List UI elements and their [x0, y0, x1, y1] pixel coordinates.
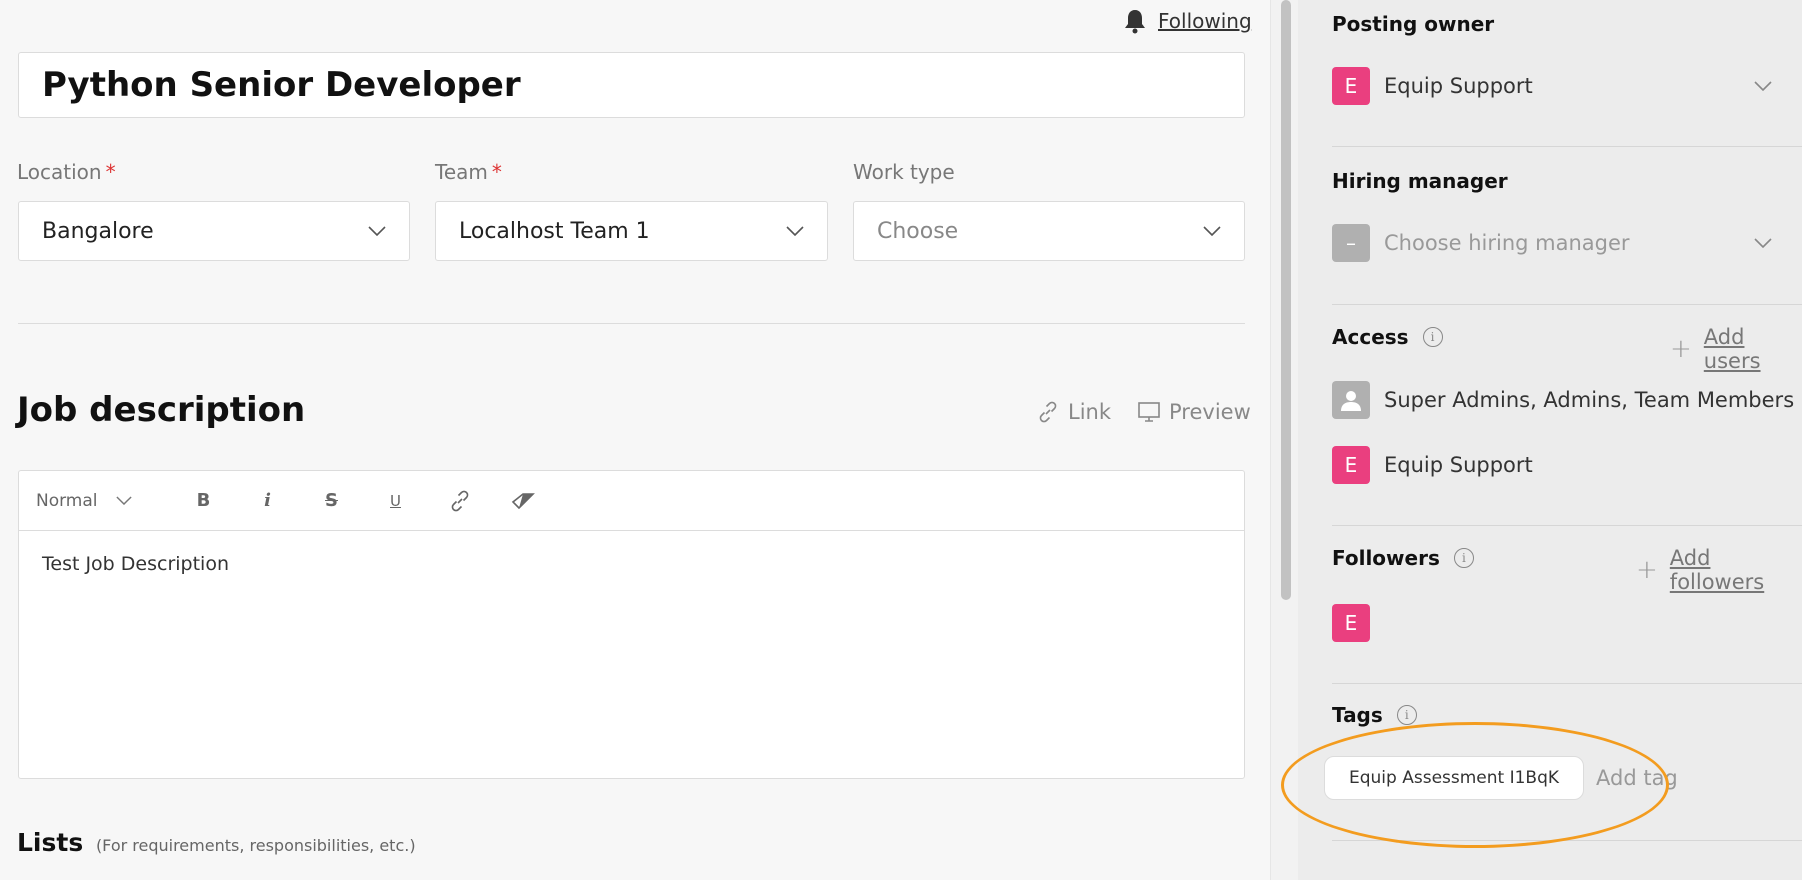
- avatar: E: [1332, 604, 1370, 642]
- location-label-text: Location: [17, 160, 102, 184]
- divider: [1332, 146, 1802, 147]
- chevron-down-icon: [786, 226, 804, 236]
- bell-icon: [1125, 10, 1145, 34]
- divider: [1332, 683, 1802, 684]
- location-label: Location *: [17, 160, 116, 184]
- highlight-annotation: [1281, 722, 1669, 848]
- divider: [1332, 304, 1802, 305]
- posting-owner-select[interactable]: E Equip Support: [1332, 67, 1772, 105]
- clear-format-button[interactable]: [492, 492, 556, 510]
- location-select[interactable]: Bangalore: [18, 201, 410, 261]
- job-description-heading: Job description: [17, 390, 306, 430]
- underline-button[interactable]: U: [364, 492, 428, 510]
- avatar: –: [1332, 224, 1370, 262]
- work-type-value: Choose: [877, 218, 959, 244]
- preview-label: Preview: [1169, 400, 1251, 424]
- hiring-manager-select[interactable]: – Choose hiring manager: [1332, 224, 1772, 262]
- lists-title: Lists: [17, 828, 84, 857]
- format-select-value: Normal: [36, 490, 98, 511]
- access-item: E Equip Support: [1332, 446, 1533, 484]
- add-followers-button[interactable]: + Add followers: [1636, 546, 1802, 594]
- italic-button[interactable]: i: [236, 490, 300, 511]
- link-button[interactable]: Link: [1036, 400, 1111, 424]
- following-link[interactable]: Following: [1158, 9, 1252, 33]
- hiring-manager-placeholder: Choose hiring manager: [1384, 231, 1630, 255]
- editor-content[interactable]: Test Job Description: [19, 531, 1244, 597]
- access-header: Access i: [1332, 325, 1443, 349]
- location-value: Bangalore: [42, 218, 154, 244]
- info-icon[interactable]: i: [1453, 548, 1474, 568]
- monitor-icon: [1138, 402, 1160, 422]
- info-icon[interactable]: i: [1422, 327, 1443, 347]
- link-icon: [451, 490, 468, 511]
- add-users-label: Add users: [1703, 325, 1761, 373]
- strikethrough-button[interactable]: S: [300, 490, 364, 511]
- follow-toggle[interactable]: Following: [1124, 8, 1252, 34]
- lists-subtitle: (For requirements, responsibilities, etc…: [95, 836, 416, 855]
- team-select[interactable]: Localhost Team 1: [435, 201, 828, 261]
- followers-header: Followers i: [1332, 546, 1474, 570]
- access-item: Super Admins, Admins, Team Members: [1332, 381, 1794, 419]
- posting-title-input[interactable]: Python Senior Developer: [18, 52, 1245, 118]
- chevron-down-icon: [368, 226, 386, 236]
- main-content: Following Python Senior Developer Locati…: [0, 0, 1270, 880]
- preview-button[interactable]: Preview: [1137, 400, 1251, 424]
- posting-owner-label: Posting owner: [1332, 12, 1495, 36]
- link-label: Link: [1068, 400, 1112, 424]
- add-users-button[interactable]: + Add users: [1670, 325, 1802, 373]
- team-label: Team *: [435, 160, 502, 184]
- format-select[interactable]: Normal: [36, 491, 132, 511]
- plus-icon: +: [1636, 555, 1658, 585]
- chevron-down-icon: [1203, 226, 1221, 236]
- divider: [1332, 525, 1802, 526]
- hiring-manager-label: Hiring manager: [1332, 169, 1508, 193]
- scrollbar-thumb[interactable]: [1281, 0, 1291, 600]
- lists-heading: Lists (For requirements, responsibilitie…: [17, 828, 416, 857]
- avatar: E: [1332, 446, 1370, 484]
- work-type-select[interactable]: Choose: [853, 201, 1245, 261]
- access-item-text: Super Admins, Admins, Team Members: [1384, 388, 1795, 412]
- job-description-editor: Normal B i S U Test Job Description: [18, 470, 1245, 779]
- link-icon: [1039, 401, 1057, 423]
- follower-avatar[interactable]: E: [1332, 604, 1370, 642]
- tags-header: Tags i: [1332, 703, 1417, 727]
- add-followers-label: Add followers: [1669, 546, 1765, 594]
- job-description-actions: Link Preview: [1036, 400, 1251, 424]
- team-value: Localhost Team 1: [459, 218, 650, 244]
- section-divider: [18, 323, 1245, 324]
- chevron-down-icon: [1754, 238, 1772, 248]
- bold-button[interactable]: B: [172, 490, 236, 511]
- avatar: E: [1332, 67, 1370, 105]
- info-icon[interactable]: i: [1396, 705, 1417, 725]
- plus-icon: +: [1670, 334, 1692, 364]
- required-mark: *: [105, 160, 116, 184]
- chevron-down-icon: [1754, 81, 1772, 91]
- required-mark: *: [491, 160, 502, 184]
- eraser-icon: [511, 492, 535, 509]
- posting-owner-name: Equip Support: [1384, 74, 1533, 98]
- chevron-down-icon: [115, 496, 132, 505]
- editor-toolbar: Normal B i S U: [19, 471, 1244, 531]
- insert-link-button[interactable]: [428, 489, 492, 513]
- work-type-label: Work type: [853, 160, 955, 184]
- team-label-text: Team: [435, 160, 488, 184]
- access-label: Access: [1332, 325, 1409, 349]
- tags-label: Tags: [1332, 703, 1383, 727]
- access-item-text: Equip Support: [1384, 453, 1533, 477]
- followers-label: Followers: [1332, 546, 1440, 570]
- group-avatar-icon: [1332, 381, 1370, 419]
